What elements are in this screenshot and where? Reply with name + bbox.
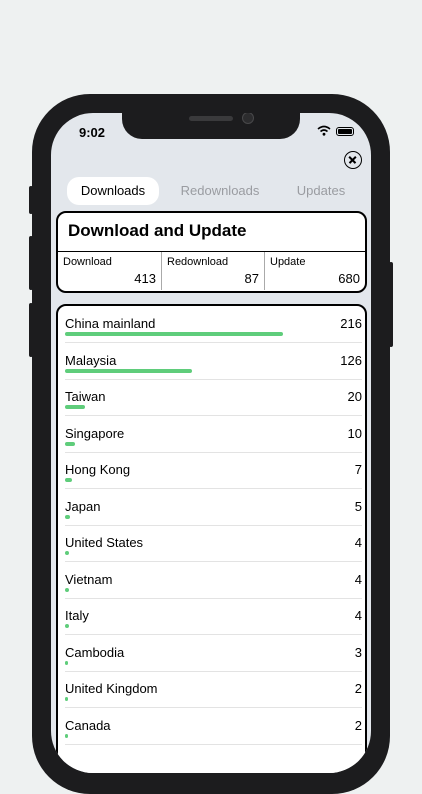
stat-update: Update 680: [264, 252, 365, 290]
country-bar: [65, 733, 68, 738]
country-bar: [65, 551, 70, 555]
summary-stats: Download 413 Redownload 87 Update 680: [58, 251, 365, 290]
list-item[interactable]: United Kingdom 2: [65, 671, 362, 708]
stat-redownload: Redownload 87: [161, 252, 264, 290]
list-item[interactable]: United States 4: [65, 525, 362, 562]
country-count: 2: [354, 717, 362, 733]
tab-downloads[interactable]: Downloads: [67, 177, 159, 205]
country-name: Canada: [65, 717, 111, 733]
list-item[interactable]: Singapore 10: [65, 416, 362, 453]
battery-icon: [336, 127, 354, 136]
list-item[interactable]: Hong Kong 7: [65, 452, 362, 489]
list-item[interactable]: Vietnam 4: [65, 562, 362, 599]
stat-value: 680: [338, 271, 360, 286]
volume-down-button: [29, 303, 33, 357]
list-item[interactable]: Italy 4: [65, 598, 362, 635]
list-item[interactable]: Japan 5: [65, 489, 362, 526]
country-name: Malaysia: [65, 352, 117, 368]
power-button: [389, 262, 393, 347]
tab-redownloads[interactable]: Redownloads: [171, 177, 269, 205]
stat-value: 87: [244, 271, 259, 286]
country-bar: [65, 441, 76, 446]
country-count: 3: [354, 644, 362, 660]
country-name: Japan: [65, 498, 101, 514]
country-count: 4: [354, 608, 362, 623]
stat-value: 413: [134, 271, 156, 286]
country-name: Vietnam: [65, 571, 113, 587]
list-item[interactable]: Cambodia 3: [65, 635, 362, 672]
country-name: Cambodia: [65, 644, 125, 660]
tab-updates[interactable]: Updates: [285, 177, 357, 205]
country-name: United Kingdom: [65, 681, 158, 696]
stat-label: Redownload: [167, 256, 229, 268]
mute-switch: [29, 186, 33, 214]
country-bar: [65, 697, 68, 701]
country-count: 4: [354, 535, 362, 550]
country-bar: [65, 368, 193, 373]
close-icon[interactable]: [344, 151, 362, 169]
summary-title: Download and Update: [68, 221, 247, 240]
country-count: 7: [354, 462, 362, 477]
country-count: 2: [354, 681, 362, 696]
stat-label: Update: [270, 256, 306, 268]
stat-download: Download 413: [58, 252, 161, 290]
list-item[interactable]: Malaysia 126: [65, 343, 362, 380]
country-count: 20: [347, 389, 362, 404]
country-bar: [65, 587, 70, 592]
list-item[interactable]: China mainland 216: [65, 306, 362, 343]
notch: [122, 113, 300, 139]
country-count: 4: [354, 571, 362, 587]
country-count: 216: [340, 316, 362, 331]
segmented-tabs: Downloads Redownloads Updates: [67, 177, 357, 205]
country-count: 5: [354, 498, 362, 514]
country-bar: [65, 405, 86, 409]
country-bar: [65, 660, 69, 665]
country-name: Taiwan: [65, 389, 106, 404]
stat-label: Download: [63, 256, 112, 268]
app-screen: 9:02 Downloads Redownloads Updates Downl…: [51, 113, 371, 773]
wifi-icon: [317, 125, 331, 136]
list-item[interactable]: Taiwan 20: [65, 379, 362, 416]
summary-card: Download and Update Download 413 Redownl…: [56, 211, 367, 293]
country-name: Italy: [65, 608, 89, 623]
country-name: Hong Kong: [65, 462, 131, 477]
country-name: Singapore: [65, 425, 125, 441]
speaker-grille: [189, 116, 233, 121]
country-count: 10: [347, 425, 362, 441]
country-bar: [65, 624, 70, 628]
country-bar: [65, 514, 71, 519]
country-count: 126: [340, 352, 362, 368]
volume-up-button: [29, 236, 33, 290]
country-name: China mainland: [65, 316, 156, 331]
status-time: 9:02: [79, 125, 106, 140]
country-bar: [65, 332, 283, 336]
country-list: China mainland 216 Malaysia 126 Taiwan 20 Sing…: [56, 304, 367, 773]
front-camera: [242, 113, 254, 124]
country-name: United States: [65, 535, 144, 550]
list-item[interactable]: Canada 2: [65, 708, 362, 745]
country-bar: [65, 478, 73, 482]
